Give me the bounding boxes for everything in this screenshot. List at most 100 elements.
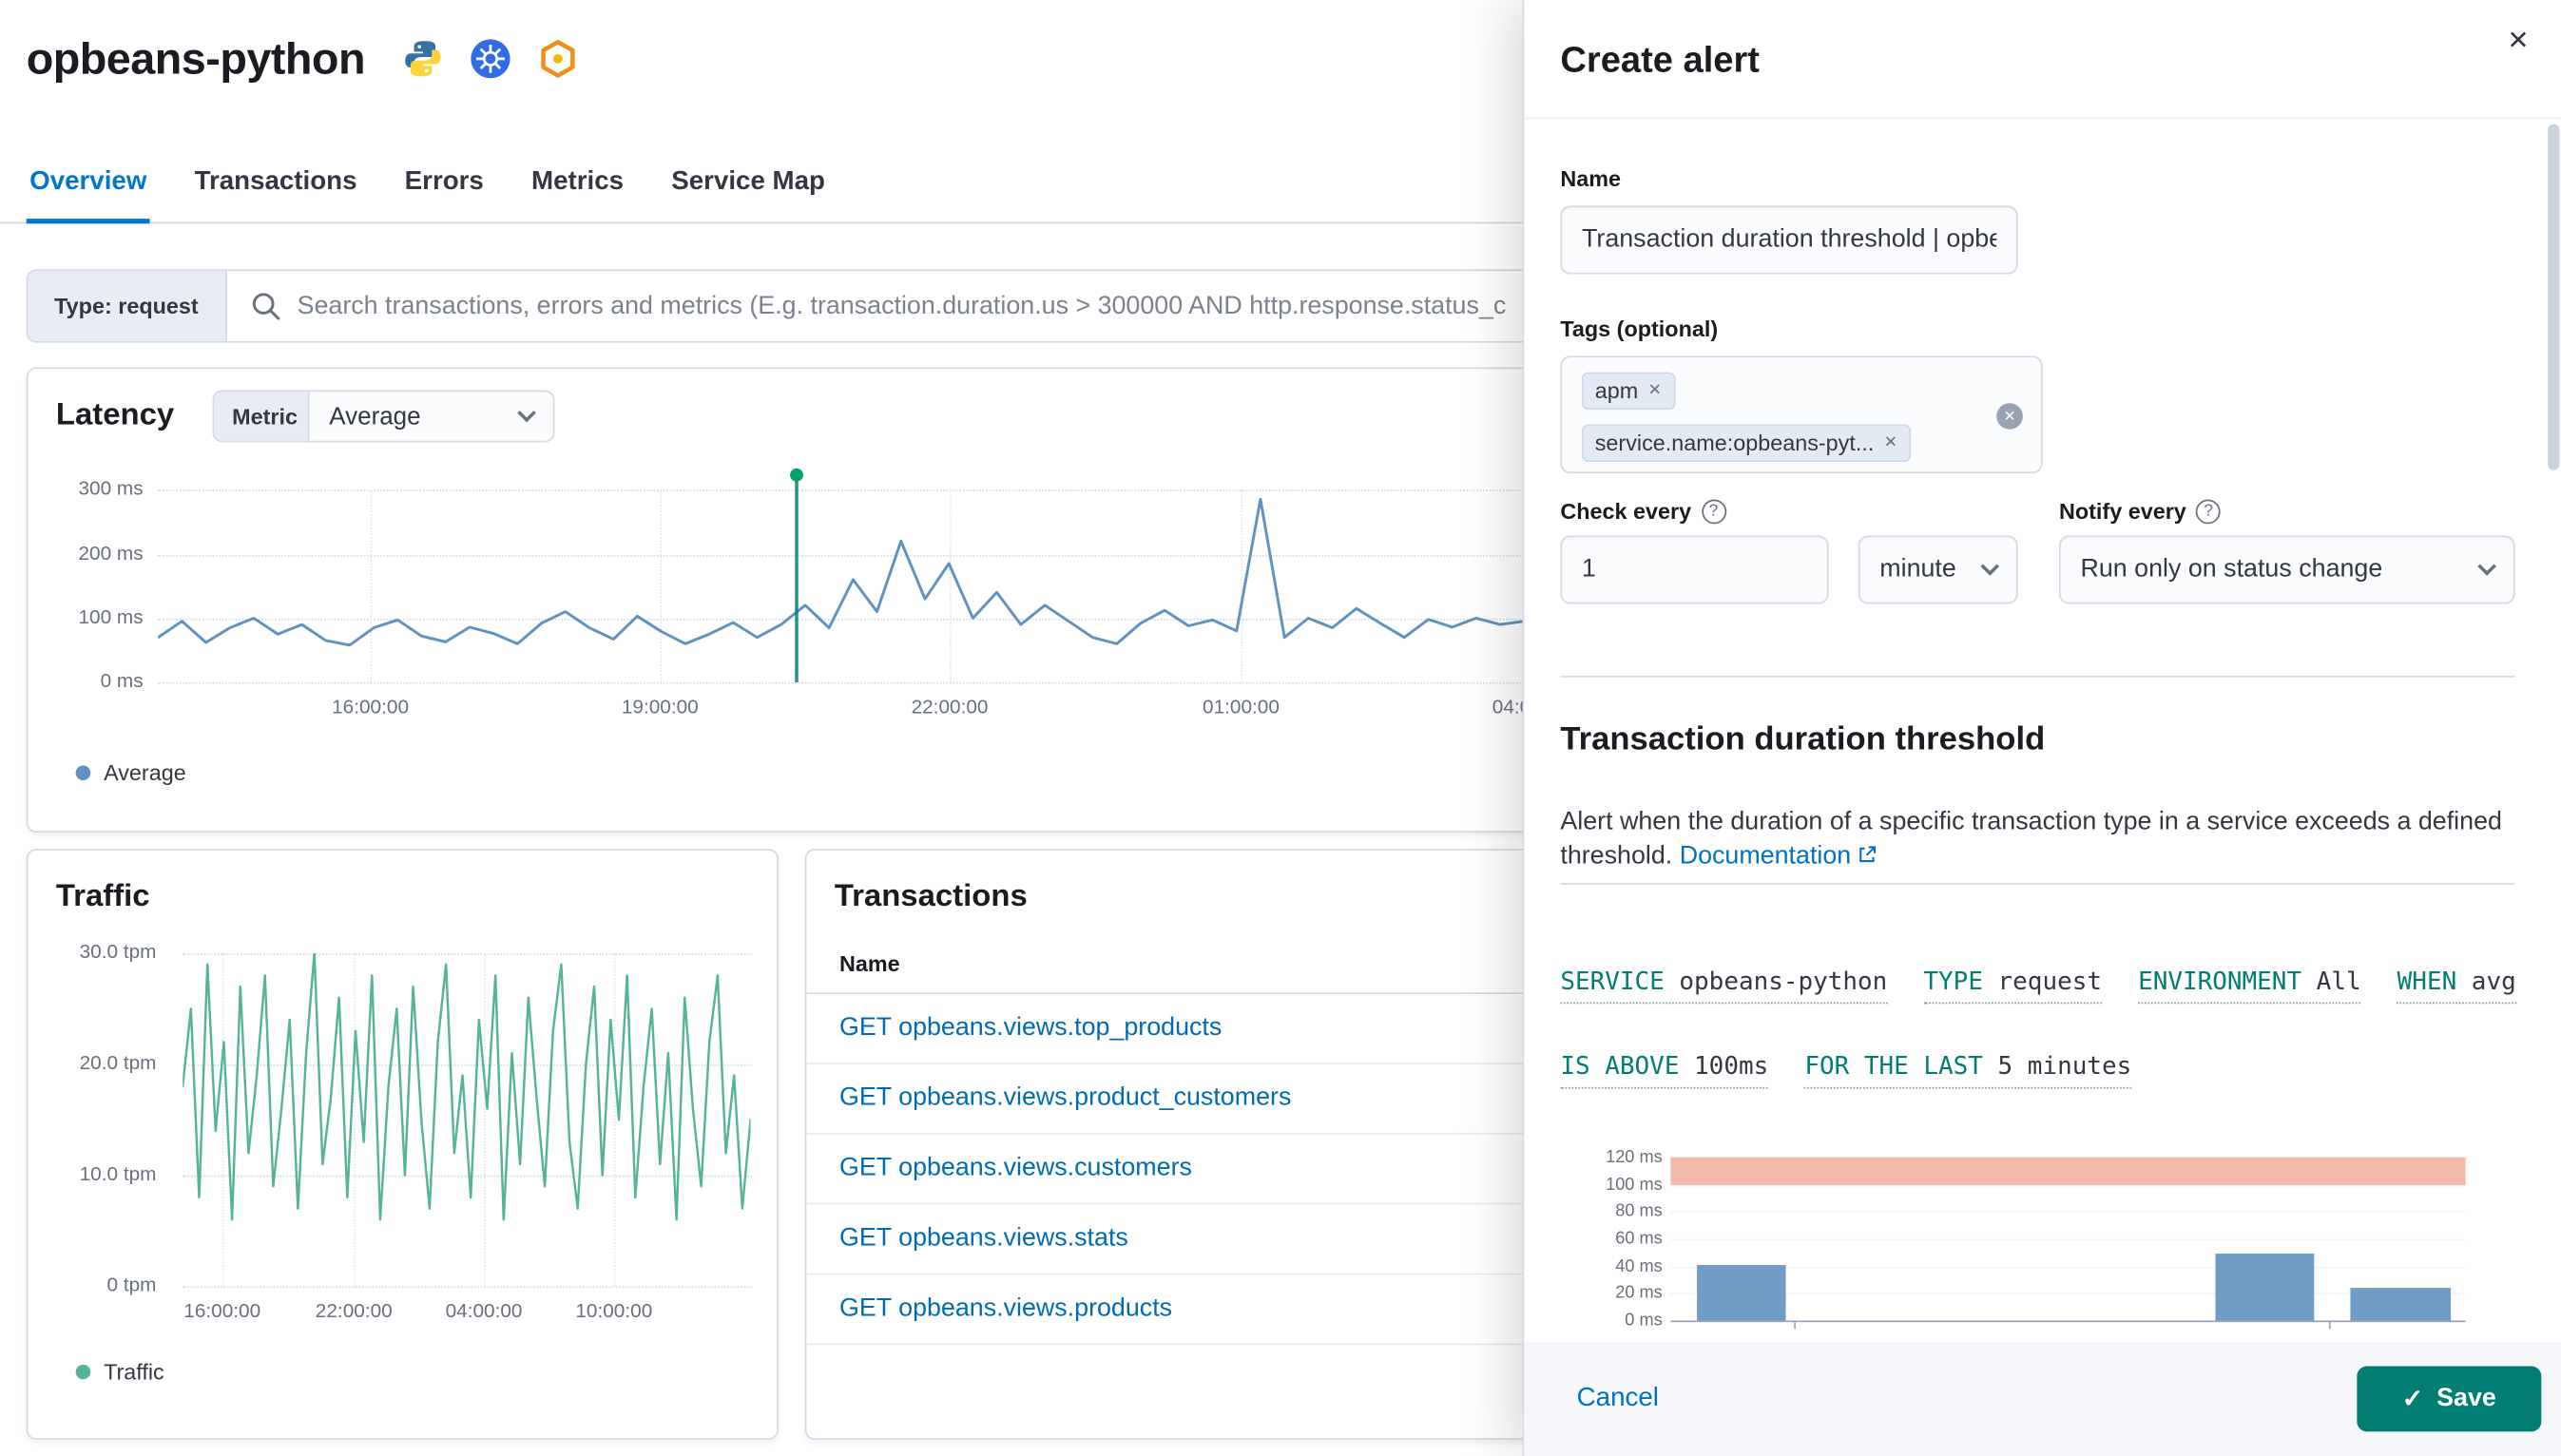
flyout-title: Create alert: [1560, 39, 1760, 82]
x-axis-label: 22:00:00: [297, 1299, 412, 1322]
gridline: [183, 1286, 752, 1288]
gcp-icon: [536, 38, 579, 81]
legend-label: Average: [104, 760, 186, 785]
expression-is-above[interactable]: IS ABOVE 100ms: [1560, 1051, 1768, 1089]
notify-every-select[interactable]: Run only on status change: [2059, 535, 2515, 603]
expression-value: request: [1998, 967, 2102, 996]
expression-service[interactable]: SERVICE opbeans-python: [1560, 967, 1887, 1005]
tag-label: apm: [1595, 378, 1638, 403]
expression-value: opbeans-python: [1679, 967, 1887, 996]
expression-keyword: TYPE: [1923, 967, 1983, 996]
tag-remove-icon[interactable]: ✕: [1884, 434, 1898, 452]
expression-for-the-last[interactable]: FOR THE LAST 5 minutes: [1804, 1051, 2131, 1089]
threshold-band: [1670, 1158, 2465, 1185]
save-button[interactable]: ✓ Save: [2357, 1367, 2541, 1432]
expression-keyword: SERVICE: [1560, 967, 1664, 996]
x-axis-label: 01:00:00: [1192, 696, 1291, 718]
annotation-dot[interactable]: [790, 469, 803, 482]
tab-metrics[interactable]: Metrics: [529, 147, 627, 224]
create-alert-flyout: Create alert ✕ Name Tags (optional) apm …: [1523, 0, 2561, 1456]
transaction-link[interactable]: GET opbeans.views.products: [839, 1294, 1172, 1324]
chevron-down-icon: [1980, 557, 1999, 575]
cancel-button[interactable]: Cancel: [1577, 1384, 1659, 1413]
y-axis-label: 0 tpm: [28, 1274, 156, 1296]
expression-when[interactable]: WHEN avg: [2397, 967, 2516, 1005]
x-axis-label: 10:00:00: [556, 1299, 671, 1322]
notify-every-label-text: Notify every: [2059, 500, 2186, 525]
chevron-down-icon: [2477, 557, 2496, 575]
traffic-panel: Traffic 30.0 tpm 20.0 tpm 10.0 tpm 0 tpm…: [27, 849, 779, 1440]
annotation-line: [795, 480, 798, 682]
y-axis-label: 0 ms: [1524, 1311, 1662, 1331]
expression-value: 5 minutes: [1998, 1051, 2132, 1081]
x-axis-label: 16:00:00: [164, 1299, 279, 1322]
expression-value: 100ms: [1694, 1051, 1768, 1081]
expression-keyword: WHEN: [2397, 967, 2457, 996]
scrollbar-thumb[interactable]: [2548, 125, 2559, 470]
tag-pill: apm ✕: [1582, 373, 1675, 411]
documentation-link[interactable]: Documentation: [1680, 842, 1877, 870]
close-icon[interactable]: ✕: [2498, 23, 2538, 62]
clear-tags-icon[interactable]: ✕: [1996, 403, 2023, 429]
expression-keyword: FOR THE LAST: [1804, 1051, 1983, 1081]
alert-expression-row: SERVICE opbeans-python TYPE request ENVI…: [1560, 967, 2515, 1005]
transaction-link[interactable]: GET opbeans.views.top_products: [839, 1014, 1222, 1044]
tag-remove-icon[interactable]: ✕: [1648, 382, 1663, 400]
metric-select[interactable]: Average: [308, 390, 555, 442]
check-every-input[interactable]: [1560, 535, 1828, 603]
tags-combobox[interactable]: apm ✕ service.name:opbeans-pyt... ✕ ✕: [1560, 355, 2042, 473]
kubernetes-icon: [469, 38, 511, 81]
preview-bar: [1697, 1265, 1786, 1321]
tab-overview[interactable]: Overview: [27, 147, 150, 224]
latency-line-chart: [158, 489, 1524, 682]
name-label: Name: [1560, 166, 1621, 191]
notify-every-label: Notify every ?: [2059, 500, 2221, 525]
latency-legend[interactable]: Average: [76, 760, 186, 785]
y-axis-label: 20 ms: [1524, 1283, 1662, 1303]
alert-type-title: Transaction duration threshold: [1560, 721, 2045, 759]
y-axis-label: 80 ms: [1524, 1201, 1662, 1221]
check-every-unit-select[interactable]: minute: [1858, 535, 2018, 603]
expression-environment[interactable]: ENVIRONMENT All: [2138, 967, 2360, 1005]
check-every-label-text: Check every: [1560, 500, 1691, 525]
y-axis-label: 30.0 tpm: [28, 940, 156, 963]
tags-label: Tags (optional): [1560, 316, 1718, 341]
transaction-link[interactable]: GET opbeans.views.customers: [839, 1154, 1192, 1183]
alert-name-input[interactable]: [1560, 205, 2017, 274]
service-title: opbeans-python: [27, 33, 365, 84]
alert-expression-row: IS ABOVE 100ms FOR THE LAST 5 minutes: [1560, 1051, 2131, 1089]
divider: [1560, 676, 2514, 678]
tag-pill: service.name:opbeans-pyt... ✕: [1582, 425, 1911, 463]
x-axis-line: [1670, 1320, 2465, 1322]
help-icon[interactable]: ?: [2196, 500, 2221, 525]
select-value: minute: [1879, 555, 1956, 584]
documentation-link-text: Documentation: [1680, 842, 1852, 870]
type-request-filter-chip[interactable]: Type: request: [28, 271, 226, 341]
tab-transactions[interactable]: Transactions: [191, 147, 360, 224]
transaction-link[interactable]: GET opbeans.views.stats: [839, 1224, 1128, 1254]
divider: [1524, 118, 2561, 120]
traffic-legend[interactable]: Traffic: [76, 1360, 164, 1385]
expression-type[interactable]: TYPE request: [1923, 967, 2102, 1005]
legend-dot: [76, 766, 91, 780]
transaction-link[interactable]: GET opbeans.views.product_customers: [839, 1083, 1291, 1113]
y-axis-label: 120 ms: [1524, 1147, 1662, 1167]
traffic-panel-title: Traffic: [56, 880, 150, 916]
preview-bar-chart: [1670, 1158, 2465, 1321]
x-axis-label: 04:00:00: [426, 1299, 541, 1322]
help-icon[interactable]: ?: [1702, 500, 1726, 525]
tag-label: service.name:opbeans-pyt...: [1595, 431, 1875, 455]
python-icon: [401, 38, 444, 81]
preview-bar: [2215, 1254, 2314, 1320]
y-axis-label: 20.0 tpm: [28, 1051, 156, 1074]
tab-errors[interactable]: Errors: [401, 147, 487, 224]
x-axis-label: 16:00:00: [321, 696, 420, 718]
chevron-down-icon: [517, 404, 536, 422]
check-every-label: Check every ?: [1560, 500, 1725, 525]
y-axis-label: 0 ms: [28, 669, 143, 692]
check-icon: ✓: [2402, 1384, 2424, 1415]
apm-service-overview-page: opbeans-python Overview Transactions Err…: [0, 0, 2561, 1456]
divider: [1560, 883, 2514, 885]
tab-service-map[interactable]: Service Map: [668, 147, 829, 224]
expression-keyword: IS ABOVE: [1560, 1051, 1679, 1081]
